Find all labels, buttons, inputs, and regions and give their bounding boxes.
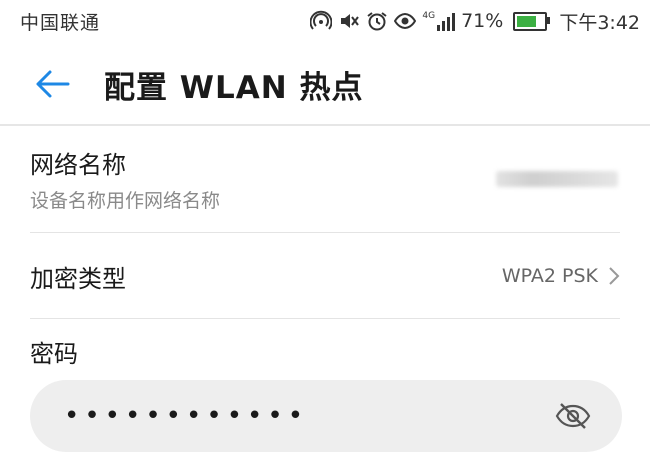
network-name-subtitle: 设备名称用作网络名称 — [30, 190, 221, 212]
network-type-label: 4G — [422, 11, 436, 21]
password-label: 密码 — [30, 340, 78, 368]
encryption-type-value-wrap: WPA2 PSK — [502, 265, 620, 287]
battery-fill — [517, 15, 536, 27]
battery-icon — [513, 11, 551, 31]
password-input[interactable] — [62, 400, 486, 432]
app-bar: 配置 WLAN 热点 — [0, 42, 650, 126]
arrow-left-icon — [36, 70, 70, 98]
password-field[interactable] — [30, 380, 622, 452]
mute-icon — [338, 10, 360, 32]
encryption-type-value: WPA2 PSK — [501, 265, 598, 287]
hotspot-icon — [309, 10, 333, 32]
password-label-row: 密码 — [30, 334, 620, 369]
encryption-type-title: 加密类型 — [30, 264, 126, 293]
eye-hidden-icon — [555, 403, 591, 429]
encryption-type-row[interactable]: 加密类型 WPA2 PSK — [30, 236, 620, 316]
status-bar: 中国联通 4G 71% 下午3:42 — [0, 0, 650, 42]
divider — [30, 232, 620, 233]
battery-percent: 71% — [461, 10, 504, 32]
password-visibility-toggle[interactable] — [548, 391, 598, 441]
page-title: 配置 WLAN 热点 — [104, 69, 364, 106]
status-clock: 下午3:42 — [559, 11, 640, 34]
back-button[interactable] — [22, 54, 82, 114]
network-name-value-redacted — [496, 171, 618, 187]
signal-icon: 4G — [422, 11, 456, 31]
network-name-row[interactable]: 网络名称 设备名称用作网络名称 — [30, 145, 620, 230]
eye-comfort-icon — [394, 10, 417, 32]
divider — [30, 318, 620, 319]
header-divider — [0, 124, 650, 126]
status-icons: 4G 71% 下午3:42 — [309, 8, 640, 35]
alarm-icon — [366, 10, 388, 32]
carrier-name: 中国联通 — [20, 11, 101, 34]
chevron-right-icon — [609, 267, 620, 285]
